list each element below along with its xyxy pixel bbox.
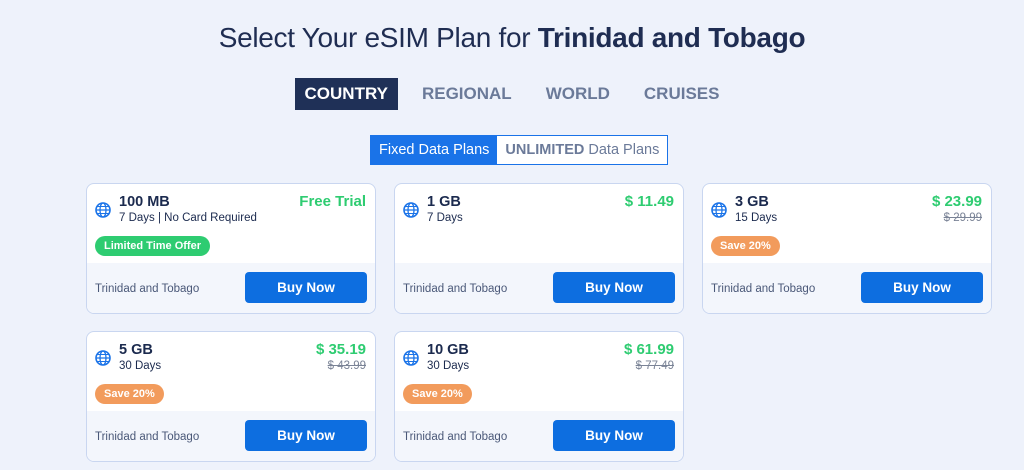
unlimited-label-bold: UNLIMITED <box>505 142 585 158</box>
globe-icon <box>95 202 111 218</box>
buy-now-button[interactable]: Buy Now <box>553 420 675 451</box>
plan-data-amount: 3 GB <box>735 194 769 210</box>
plan-card: 100 MB 7 Days | No Card Required Free Tria… <box>86 183 376 314</box>
plan-price: Free Trial <box>299 193 366 210</box>
plan-price: $ 11.49 <box>624 193 674 210</box>
plan-card: 5 GB 30 Days $ 35.19 $ 43.99 Save 20% Trinida… <box>86 331 376 462</box>
title-prefix: Select Your eSIM Plan for <box>218 22 531 53</box>
plan-duration: 30 Days <box>119 360 162 372</box>
plan-original-price: $ 29.99 <box>943 212 982 224</box>
plan-duration: 7 Days <box>427 212 463 224</box>
globe-icon <box>403 350 419 366</box>
plan-country: Trinidad and Tobago <box>711 283 816 295</box>
offer-badge: Save 20% <box>95 384 164 404</box>
globe-icon <box>95 350 111 366</box>
plan-country: Trinidad and Tobago <box>403 431 508 443</box>
buy-now-button[interactable]: Buy Now <box>245 420 367 451</box>
plan-card: 10 GB 30 Days $ 61.99 $ 77.49 Save 20% Trinid… <box>394 331 684 462</box>
buy-now-button[interactable]: Buy Now <box>245 272 367 303</box>
tab-world[interactable]: WORLD <box>536 78 620 110</box>
fixed-data-plans-button[interactable]: Fixed Data Plans <box>371 136 498 164</box>
plan-data-amount: 100 MB <box>119 194 170 210</box>
page-title: Select Your eSIM Plan for Trinidad and T… <box>0 22 1024 54</box>
plan-data-amount: 10 GB <box>427 342 469 358</box>
plan-card: 1 GB 7 Days $ 11.49 Trinidad and Tobago Buy … <box>394 183 684 314</box>
globe-icon <box>403 202 419 218</box>
offer-badge: Save 20% <box>711 236 780 256</box>
region-tabs: COUNTRY REGIONAL WORLD CRUISES <box>0 78 1024 110</box>
plan-country: Trinidad and Tobago <box>95 283 200 295</box>
plan-data-amount: 5 GB <box>119 342 153 358</box>
tab-cruises[interactable]: CRUISES <box>634 78 730 110</box>
plan-duration: 30 Days <box>427 360 470 372</box>
plan-duration: 7 Days | No Card Required <box>119 212 257 224</box>
plan-data-amount: 1 GB <box>427 194 461 210</box>
offer-badge: Limited Time Offer <box>95 236 210 256</box>
plan-price: $ 61.99 <box>623 341 674 358</box>
plan-price: $ 35.19 <box>315 341 366 358</box>
buy-now-button[interactable]: Buy Now <box>861 272 983 303</box>
buy-now-button[interactable]: Buy Now <box>553 272 675 303</box>
plan-original-price: $ 77.49 <box>635 360 674 372</box>
plan-country: Trinidad and Tobago <box>95 431 200 443</box>
plan-price: $ 23.99 <box>931 193 982 210</box>
globe-icon <box>711 202 727 218</box>
plan-type-toggle: Fixed Data Plans UNLIMITED Data Plans <box>370 135 669 165</box>
plan-duration: 15 Days <box>735 212 778 224</box>
plan-original-price: $ 43.99 <box>327 360 366 372</box>
tab-country[interactable]: COUNTRY <box>294 78 398 110</box>
title-country: Trinidad and Tobago <box>537 22 806 53</box>
tab-regional[interactable]: REGIONAL <box>412 78 522 110</box>
unlimited-data-plans-button[interactable]: UNLIMITED Data Plans <box>497 136 667 164</box>
plan-card: 3 GB 15 Days $ 23.99 $ 29.99 Save 20% Trinida… <box>702 183 992 314</box>
offer-badge: Save 20% <box>403 384 472 404</box>
plan-country: Trinidad and Tobago <box>403 283 508 295</box>
unlimited-label-rest: Data Plans <box>588 142 660 158</box>
